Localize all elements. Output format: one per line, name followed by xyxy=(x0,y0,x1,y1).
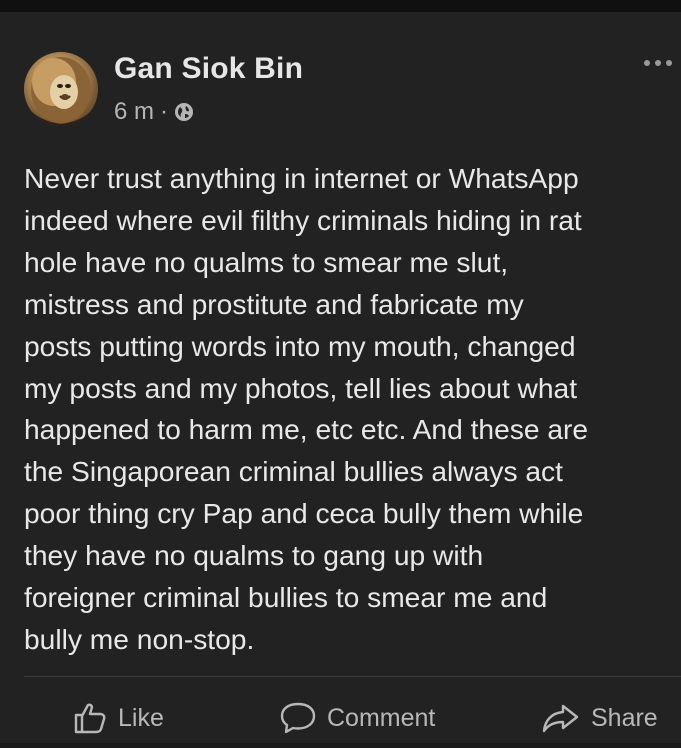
like-label: Like xyxy=(118,703,164,732)
post-card: Gan Siok Bin 6 m · Never trust anything … xyxy=(0,12,681,743)
share-button[interactable]: Share xyxy=(541,698,658,738)
post-body-text: Never trust anything in internet or What… xyxy=(24,162,589,655)
globe-icon xyxy=(175,103,194,121)
actions-divider xyxy=(24,676,681,677)
post-timestamp[interactable]: 6 m xyxy=(114,98,154,126)
share-label: Share xyxy=(591,703,658,732)
comment-button[interactable]: Comment xyxy=(279,698,435,738)
lion-avatar-image xyxy=(24,57,98,126)
author-name[interactable]: Gan Siok Bin xyxy=(114,52,303,86)
top-strip xyxy=(0,0,681,12)
thumbs-up-icon xyxy=(74,703,106,734)
more-options-icon[interactable] xyxy=(641,48,675,78)
like-button[interactable]: Like xyxy=(72,698,164,738)
meta-separator: · xyxy=(160,98,169,125)
comment-bubble-icon xyxy=(280,702,316,734)
avatar[interactable] xyxy=(24,52,98,126)
action-bar: Like Comment Share xyxy=(0,688,681,748)
comment-label: Comment xyxy=(327,703,436,732)
share-arrow-icon xyxy=(542,704,579,733)
post-meta: 6 m · xyxy=(114,98,194,126)
